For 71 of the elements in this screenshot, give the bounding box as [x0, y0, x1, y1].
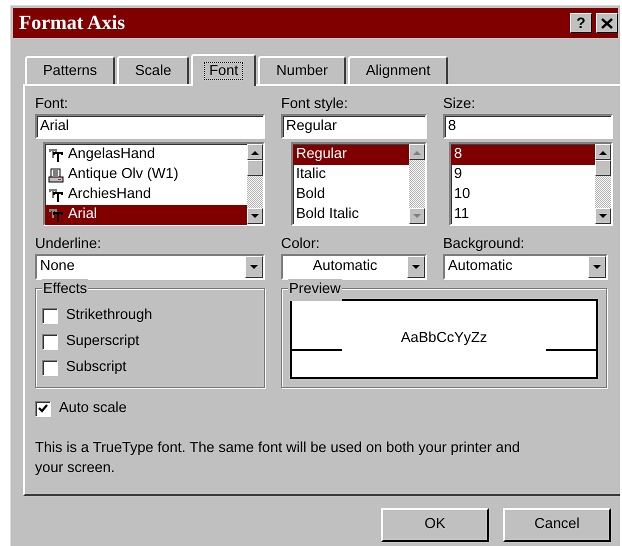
- field-label: Font:: [35, 95, 70, 114]
- scroll-down-button[interactable]: [247, 208, 263, 224]
- list-item[interactable]: Bold: [293, 185, 409, 205]
- truetype-icon: [48, 208, 64, 222]
- down-arrow-icon: [599, 214, 607, 218]
- down-arrow-icon: [412, 264, 420, 270]
- scroll-up-button[interactable]: [595, 144, 611, 160]
- help-button[interactable]: ?: [570, 13, 592, 33]
- down-arrow-icon: [413, 214, 421, 218]
- close-icon: [601, 18, 613, 28]
- list-item[interactable]: 11: [451, 205, 595, 225]
- checkbox[interactable]: [35, 401, 51, 417]
- down-arrow-icon: [250, 264, 258, 270]
- checkbox-label: Strikethrough: [66, 306, 152, 326]
- checkmark-icon: [38, 404, 48, 414]
- list-item[interactable]: 8: [451, 145, 595, 165]
- up-arrow-icon: [251, 150, 259, 154]
- truetype-icon: [48, 148, 64, 162]
- dropdown[interactable]: Automatic: [443, 254, 608, 280]
- list-item[interactable]: 9: [451, 165, 595, 185]
- window-title: Format Axis: [19, 11, 126, 36]
- list-item[interactable]: AngelasHand: [45, 145, 247, 165]
- dropdown-button[interactable]: [407, 256, 425, 278]
- text-field[interactable]: Arial: [35, 114, 265, 139]
- tab[interactable]: Scale: [117, 56, 190, 84]
- up-arrow-icon: [413, 150, 421, 154]
- scroll-down-button[interactable]: [595, 208, 611, 224]
- checkbox[interactable]: [42, 334, 58, 350]
- field-label: Background:: [443, 235, 526, 254]
- list-item[interactable]: Italic: [293, 165, 409, 185]
- list-item[interactable]: Antique Olv (W1): [45, 165, 247, 185]
- dialog-button[interactable]: Cancel: [503, 508, 611, 542]
- field-label: Underline:: [35, 235, 102, 254]
- checkbox-label: Superscript: [66, 332, 140, 352]
- preview-sample: AaBbCcYyZz: [400, 330, 488, 346]
- dropdown[interactable]: Automatic: [281, 254, 427, 280]
- scrollbar[interactable]: [247, 144, 263, 224]
- checkbox-label: Subscript: [66, 358, 126, 378]
- dropdown-button[interactable]: [588, 256, 606, 278]
- dialog-button[interactable]: OK: [381, 508, 489, 542]
- list-item[interactable]: Bold Italic: [293, 205, 409, 225]
- text-field[interactable]: Regular: [281, 114, 427, 139]
- printer-icon: [48, 168, 64, 182]
- info-text: This is a TrueType font. The same font will be used on both your printer and your screen.: [35, 439, 521, 478]
- list-item[interactable]: Arial: [45, 205, 247, 225]
- scroll-thumb[interactable]: [595, 160, 611, 176]
- field-label: Font style:: [281, 95, 349, 114]
- field-label: Color:: [281, 235, 321, 254]
- field-label: Size:: [443, 95, 476, 114]
- truetype-icon: [48, 188, 64, 202]
- checkbox-label: Auto scale: [59, 399, 127, 418]
- tab[interactable]: Number: [258, 56, 346, 84]
- text-field[interactable]: 8: [443, 114, 613, 139]
- dropdown-button[interactable]: [245, 256, 263, 278]
- scroll-up-button[interactable]: [247, 144, 263, 160]
- tab[interactable]: Font: [191, 54, 256, 86]
- dropdown[interactable]: None: [35, 254, 265, 280]
- scroll-thumb[interactable]: [247, 160, 263, 176]
- up-arrow-icon: [599, 150, 607, 154]
- tab[interactable]: Alignment: [348, 56, 448, 84]
- list-item[interactable]: ArchiesHand: [45, 185, 247, 205]
- list-item[interactable]: Regular: [293, 145, 409, 165]
- checkbox[interactable]: [42, 308, 58, 324]
- group-title: Preview: [288, 279, 342, 301]
- tab[interactable]: Patterns: [25, 56, 115, 84]
- down-arrow-icon: [251, 214, 259, 218]
- list-item[interactable]: 10: [451, 185, 595, 205]
- scrollbar[interactable]: [595, 144, 611, 224]
- close-button[interactable]: [596, 13, 618, 33]
- down-arrow-icon: [593, 264, 601, 270]
- checkbox[interactable]: [42, 360, 58, 376]
